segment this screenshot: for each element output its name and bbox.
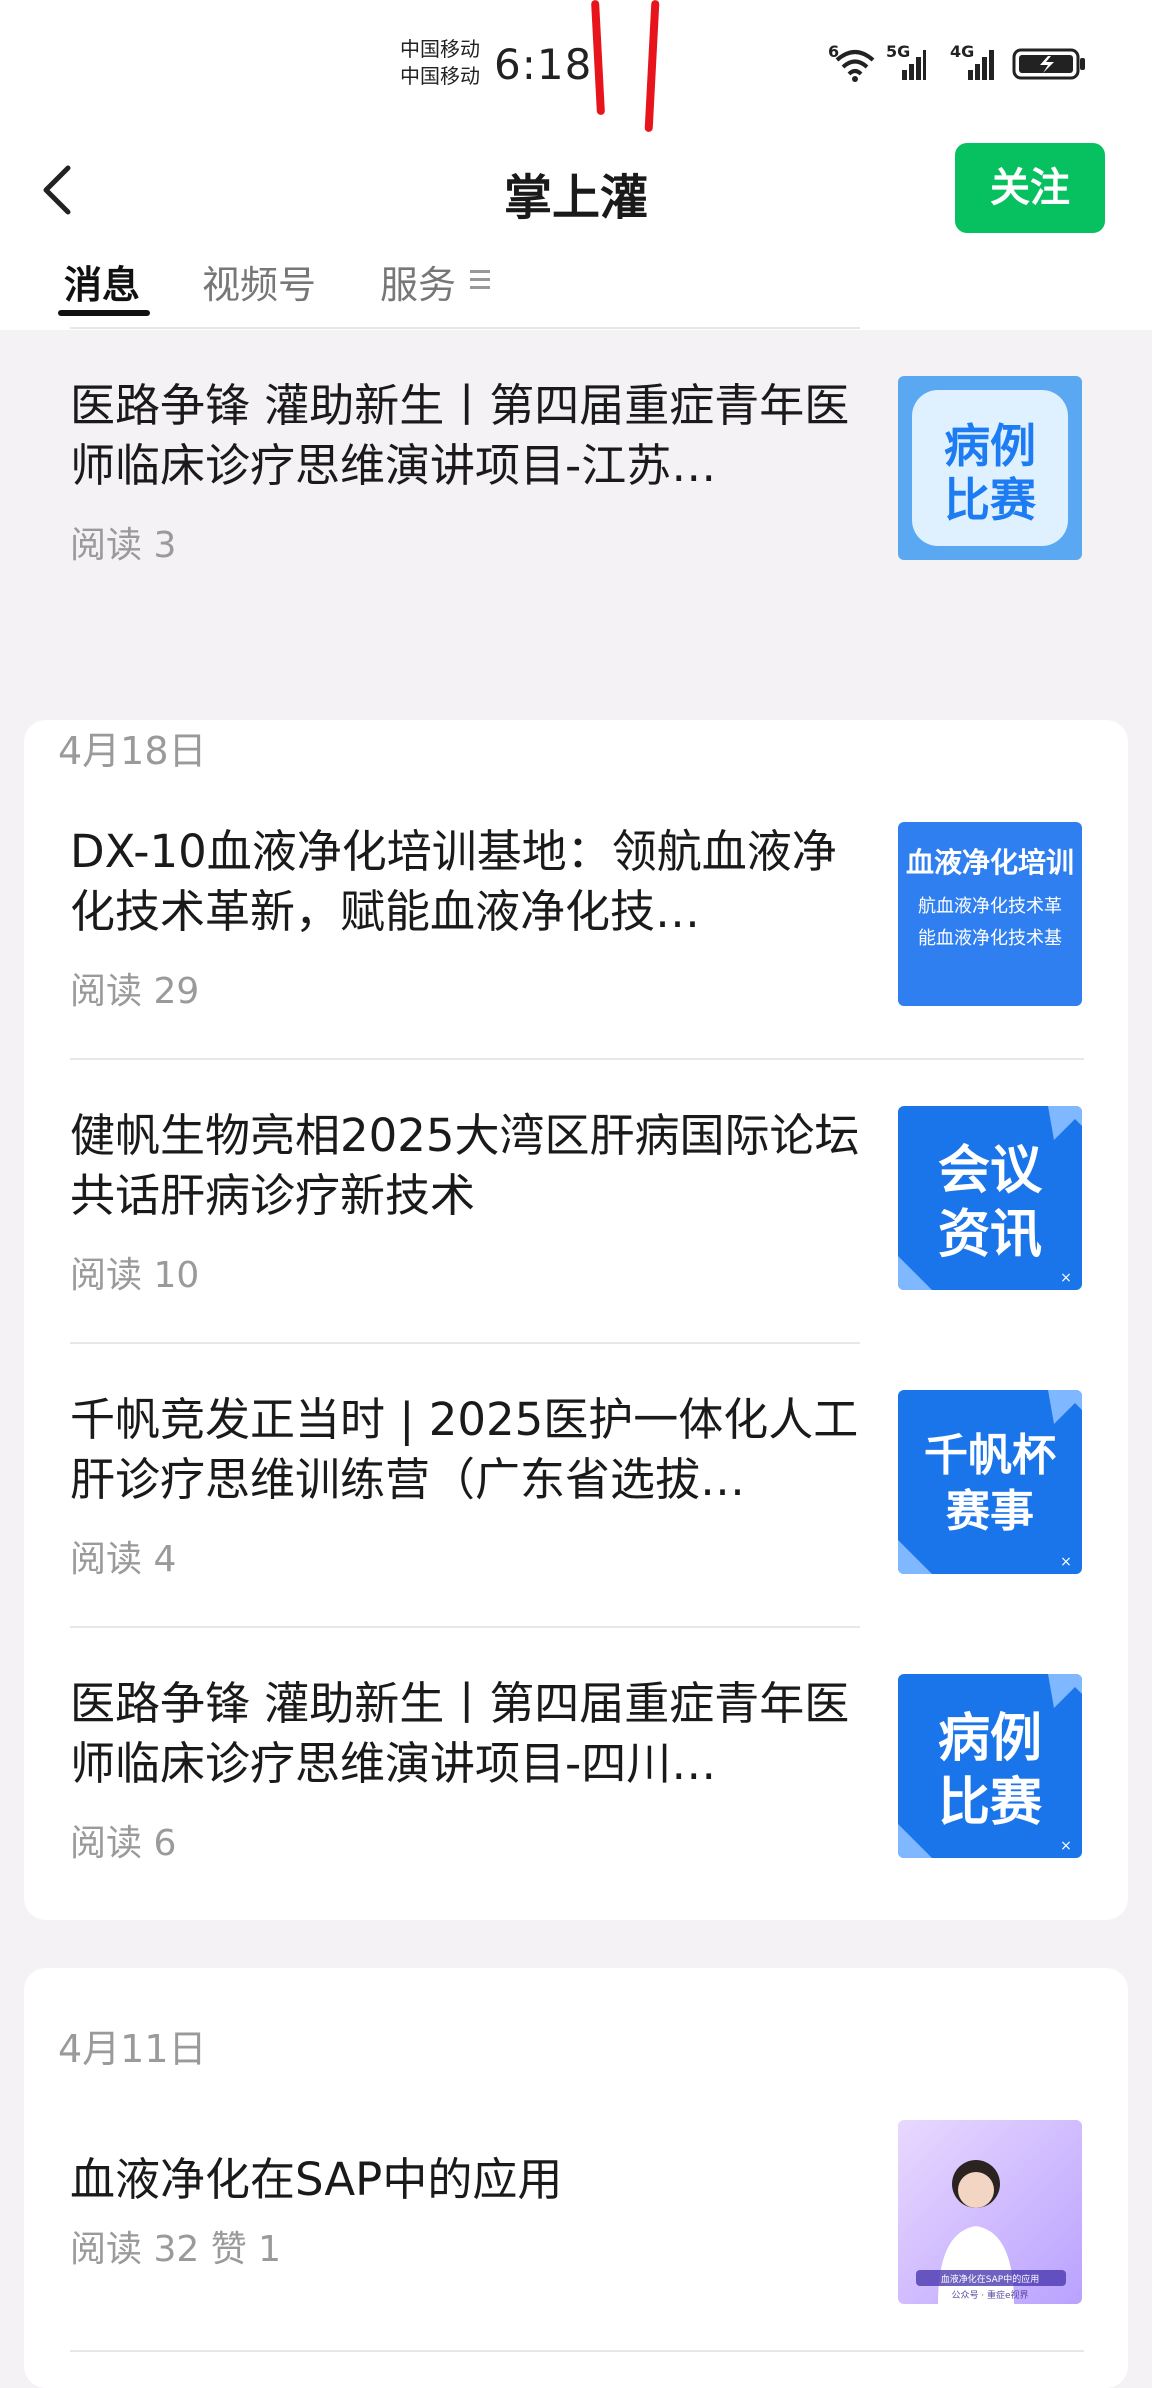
- annotation-mark-1: [590, 0, 606, 116]
- menu-icon[interactable]: [470, 270, 490, 290]
- article-thumbnail: 血液净化培训 航血液净化技术革 能血液净化技术基: [898, 822, 1082, 1006]
- date-label: 4月11日: [58, 2027, 207, 2071]
- thumb-text: 血液净化在SAP中的应用: [941, 2273, 1039, 2285]
- divider: [70, 2350, 1084, 2352]
- article-read-count: 阅读 32 赞 1: [70, 2229, 282, 2270]
- svg-text:×: ×: [1060, 1838, 1072, 1854]
- thumb-text: 赛事: [946, 1486, 1034, 1537]
- carrier-labels: 中国移动 中国移动: [400, 36, 480, 90]
- thumb-text: 能血液净化技术基: [918, 928, 1062, 949]
- article-item[interactable]: 医路争锋 灌助新生丨第四届重症青年医师临床诊疗思维演讲项目-江苏… 阅读 3 病…: [70, 376, 1084, 576]
- tab-messages[interactable]: 消息: [64, 254, 140, 309]
- battery-icon: [1012, 48, 1085, 80]
- tab-channels[interactable]: 视频号: [202, 254, 316, 309]
- tab-services[interactable]: 服务: [380, 254, 456, 309]
- article-thumbnail: 病例 比赛 ×: [898, 1674, 1082, 1858]
- article-title: DX-10血液净化培训基地：领航血液净化技术革新，赋能血液净化技…: [70, 825, 837, 938]
- article-item[interactable]: 血液净化在SAP中的应用 阅读 32 赞 1 血液净化在SAP中的应用 公众号 …: [70, 2120, 1084, 2320]
- article-item[interactable]: 千帆竞发正当时 | 2025医护一体化人工肝诊疗思维训练营（广东省选拔… 阅读 …: [70, 1390, 1084, 1590]
- status-icons: 6 5G 4G: [826, 42, 1088, 84]
- wifi-icon: [835, 50, 875, 82]
- thumb-text: 血液净化培训: [906, 846, 1074, 879]
- active-tab-indicator: [58, 310, 150, 316]
- thumb-text: 千帆杯: [924, 1430, 1056, 1481]
- thumb-text: 航血液净化技术革: [918, 896, 1062, 917]
- thumb-text: 资讯: [938, 1205, 1042, 1265]
- divider: [70, 1058, 1084, 1060]
- follow-button[interactable]: 关注: [955, 143, 1105, 233]
- article-item[interactable]: DX-10血液净化培训基地：领航血液净化技术革新，赋能血液净化技… 阅读 29 …: [70, 822, 1084, 1022]
- article-item[interactable]: 健帆生物亮相2025大湾区肝病国际论坛 共话肝病诊疗新技术 阅读 10 会议 资…: [70, 1106, 1084, 1306]
- article-thumbnail: 千帆杯 赛事 ×: [898, 1390, 1082, 1574]
- thumb-text: 比赛: [938, 1773, 1043, 1833]
- article-thumbnail: 病例 比赛: [898, 376, 1082, 560]
- thumb-text: 病例: [944, 419, 1036, 473]
- thumb-text: 会议: [938, 1141, 1043, 1201]
- carrier-2: 中国移动: [400, 64, 480, 88]
- annotation-mark-2: [644, 0, 660, 133]
- article-read-count: 阅读 29: [70, 971, 200, 1012]
- article-read-count: 阅读 6: [70, 1823, 177, 1864]
- signal-5g-icon: [902, 50, 926, 80]
- article-title: 千帆竞发正当时 | 2025医护一体化人工肝诊疗思维训练营（广东省选拔…: [70, 1393, 859, 1506]
- thumb-text: 公众号 · 重症e视界: [951, 2289, 1028, 2301]
- article-item[interactable]: 医路争锋 灌助新生丨第四届重症青年医师临床诊疗思维演讲项目-四川… 阅读 6 病…: [70, 1674, 1084, 1874]
- article-title: 医路争锋 灌助新生丨第四届重症青年医师临床诊疗思维演讲项目-四川…: [70, 1677, 850, 1790]
- article-title: 医路争锋 灌助新生丨第四届重症青年医师临床诊疗思维演讲项目-江苏…: [70, 379, 850, 492]
- clock: 6:18: [494, 40, 593, 89]
- svg-text:×: ×: [1060, 1554, 1072, 1570]
- article-read-count: 阅读 3: [70, 525, 177, 566]
- article-thumbnail: 血液净化在SAP中的应用 公众号 · 重症e视界: [898, 2120, 1082, 2304]
- article-read-count: 阅读 4: [70, 1539, 177, 1580]
- date-label: 4月18日: [58, 729, 207, 773]
- tab-bar: 消息 视频号 服务: [0, 240, 1152, 320]
- article-read-count: 阅读 10: [70, 1255, 200, 1296]
- signal-4g-icon: [968, 50, 994, 80]
- article-title: 血液净化在SAP中的应用: [70, 2153, 563, 2206]
- article-title: 健帆生物亮相2025大湾区肝病国际论坛 共话肝病诊疗新技术: [70, 1109, 860, 1222]
- thumb-text: 病例: [938, 1709, 1042, 1769]
- divider: [70, 1342, 860, 1344]
- status-bar: 中国移动 中国移动 6:18 6 5G 4G: [0, 0, 1152, 133]
- divider: [70, 327, 860, 329]
- carrier-1: 中国移动: [400, 37, 480, 61]
- article-thumbnail: 会议 资讯 ×: [898, 1106, 1082, 1290]
- svg-text:×: ×: [1060, 1270, 1072, 1286]
- thumb-text: 比赛: [944, 473, 1037, 527]
- divider: [70, 1626, 860, 1628]
- nav-bar: 掌上灌 关注: [0, 140, 1152, 240]
